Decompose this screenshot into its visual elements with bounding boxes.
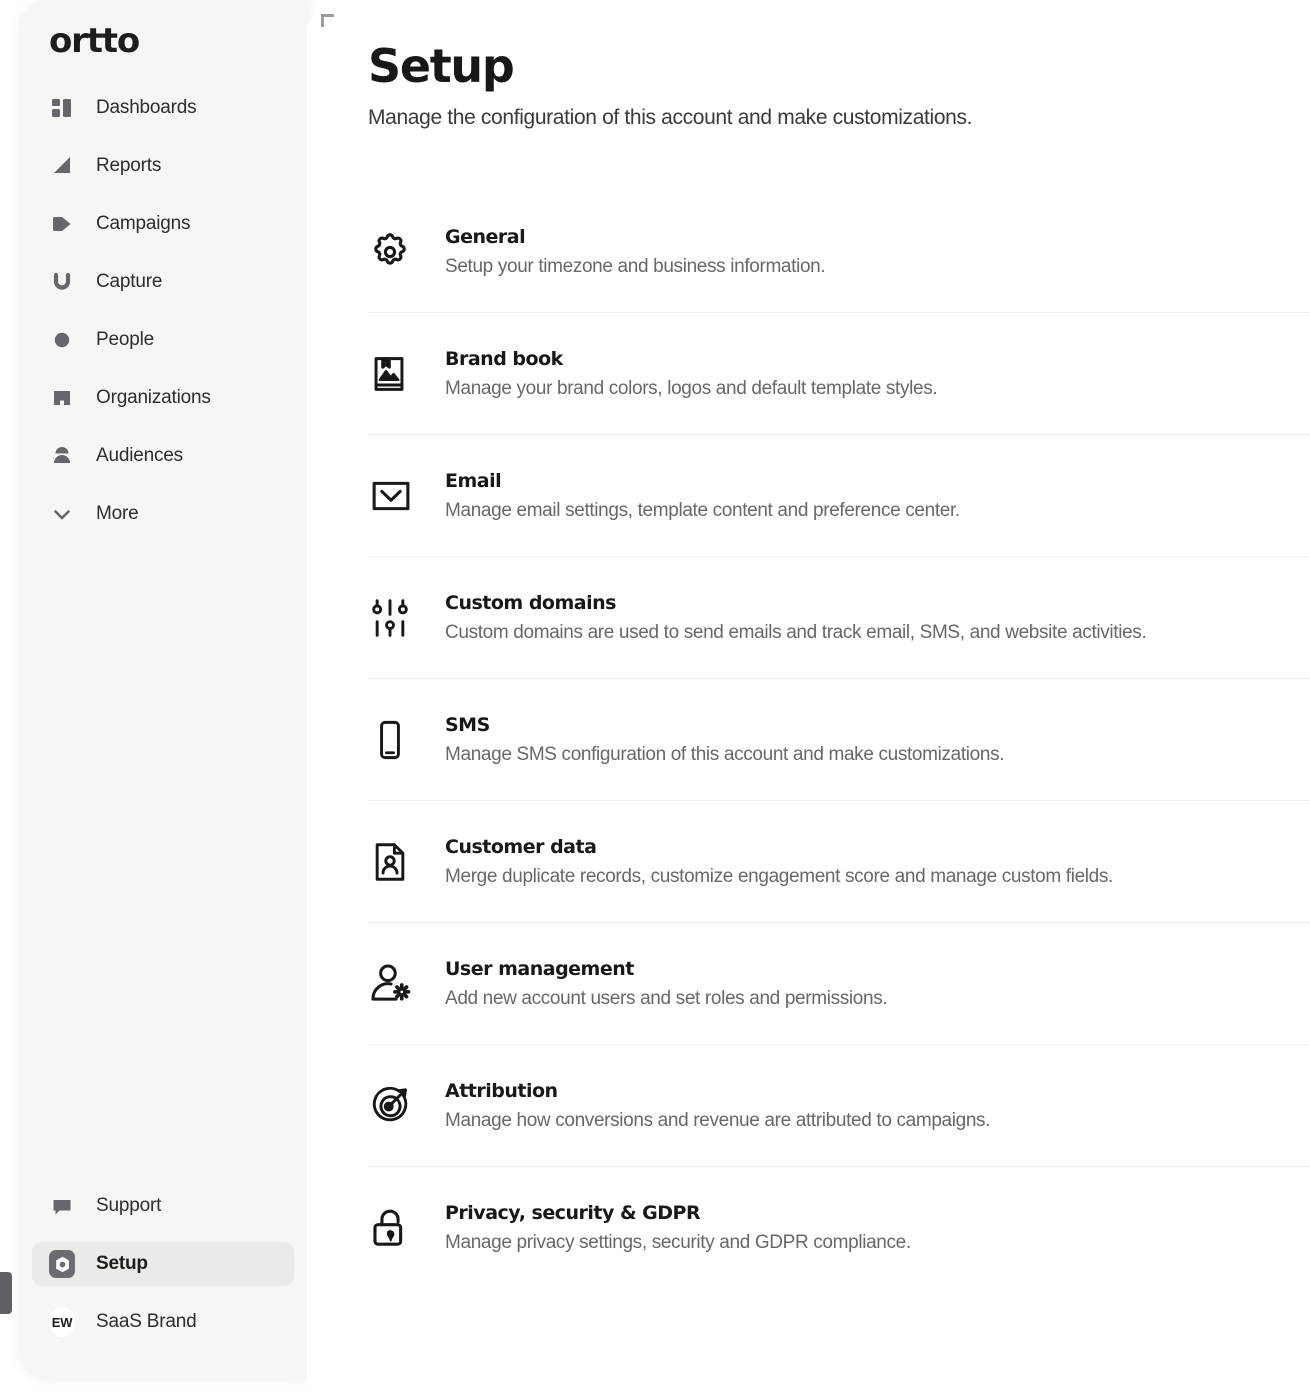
main-panel: Setup Manage the configuration of this a… xyxy=(307,6,1310,1386)
sidebar-item-people[interactable]: People xyxy=(32,318,294,362)
row-text: Customer data Merge duplicate records, c… xyxy=(420,836,1310,888)
row-description: Setup your timezone and business informa… xyxy=(445,255,826,277)
support-chat-icon xyxy=(49,1193,75,1219)
sidebar-item-label: Dashboards xyxy=(96,97,197,118)
row-description: Custom domains are used to send emails a… xyxy=(445,621,1147,643)
envelope-icon xyxy=(368,473,420,519)
setup-row-customer-data[interactable]: Customer data Merge duplicate records, c… xyxy=(368,801,1310,923)
row-text: Custom domains Custom domains are used t… xyxy=(420,592,1310,644)
reports-icon xyxy=(49,153,75,179)
sidebar-item-label: More xyxy=(96,503,139,524)
brandbook-icon xyxy=(368,353,420,395)
panel-corner-marker xyxy=(321,14,334,27)
row-text: Attribution Manage how conversions and r… xyxy=(420,1080,1310,1132)
sidebar: ortto Dashboards Reports Campaigns Captu… xyxy=(18,0,308,1380)
organizations-icon xyxy=(49,385,75,411)
row-text: General Setup your timezone and business… xyxy=(420,226,1310,278)
avatar: EW xyxy=(49,1307,75,1337)
row-description: Manage how conversions and revenue are a… xyxy=(445,1109,991,1131)
setup-row-attribution[interactable]: Attribution Manage how conversions and r… xyxy=(368,1045,1310,1167)
row-title: Privacy, security & GDPR xyxy=(445,1202,701,1224)
sidebar-nav: Dashboards Reports Campaigns Capture Peo… xyxy=(18,86,308,550)
chevron-down-icon xyxy=(49,501,75,527)
sidebar-collapse-handle[interactable] xyxy=(0,1272,12,1314)
sidebar-item-more[interactable]: More xyxy=(32,492,294,536)
setup-row-email[interactable]: Email Manage email settings, template co… xyxy=(368,435,1310,557)
sidebar-item-reports[interactable]: Reports xyxy=(32,144,294,188)
setup-row-user-management[interactable]: User management Add new account users an… xyxy=(368,923,1310,1045)
sidebar-item-support[interactable]: Support xyxy=(32,1184,294,1228)
sidebar-item-setup[interactable]: Setup xyxy=(32,1242,294,1286)
page-header: Setup Manage the configuration of this a… xyxy=(368,42,1268,130)
row-title: Email xyxy=(445,469,502,492)
setup-row-brandbook[interactable]: Brand book Manage your brand colors, log… xyxy=(368,313,1310,435)
dashboards-icon xyxy=(49,95,75,121)
setup-row-privacy-security-gdpr[interactable]: Privacy, security & GDPR Manage privacy … xyxy=(368,1167,1310,1289)
row-text: Privacy, security & GDPR Manage privacy … xyxy=(420,1202,1310,1254)
sidebar-item-label: People xyxy=(96,329,154,350)
row-title: Attribution xyxy=(445,1079,558,1102)
sidebar-item-campaigns[interactable]: Campaigns xyxy=(32,202,294,246)
ortto-logo[interactable]: ortto xyxy=(49,21,140,61)
setup-row-general[interactable]: General Setup your timezone and business… xyxy=(368,191,1310,313)
sidebar-item-label: Organizations xyxy=(96,387,211,408)
row-description: Add new account users and set roles and … xyxy=(445,987,888,1009)
app-window: ortto Dashboards Reports Campaigns Captu… xyxy=(0,0,1310,1392)
document-person-icon xyxy=(368,840,420,884)
unlocked-padlock-icon xyxy=(368,1206,420,1250)
setup-icon-tile xyxy=(49,1250,75,1278)
row-description: Manage privacy settings, security and GD… xyxy=(445,1232,911,1253)
people-icon xyxy=(49,327,75,353)
row-text: Brand book Manage your brand colors, log… xyxy=(420,348,1310,400)
campaigns-icon xyxy=(49,211,75,237)
sidebar-item-label: Reports xyxy=(96,155,162,176)
setup-list: General Setup your timezone and business… xyxy=(368,191,1310,1289)
sidebar-item-dashboards[interactable]: Dashboards xyxy=(32,86,294,130)
row-text: User management Add new account users an… xyxy=(420,958,1310,1010)
avatar-initials: EW xyxy=(49,1307,75,1337)
sidebar-item-audiences[interactable]: Audiences xyxy=(32,434,294,478)
audiences-icon xyxy=(49,443,75,469)
phone-icon xyxy=(368,718,420,762)
page-subtitle: Manage the configuration of this account… xyxy=(368,106,973,130)
sidebar-bottom-nav: Support Setup EW SaaS Brand xyxy=(18,1184,308,1358)
row-text: Email Manage email settings, template co… xyxy=(420,470,1310,522)
sidebar-item-label: Setup xyxy=(96,1253,148,1274)
sidebar-item-label: Support xyxy=(96,1195,162,1216)
target-arrow-icon xyxy=(368,1084,420,1128)
row-description: Manage your brand colors, logos and defa… xyxy=(445,377,938,399)
setup-row-sms[interactable]: SMS Manage SMS configuration of this acc… xyxy=(368,679,1310,801)
person-gear-icon xyxy=(368,961,420,1007)
row-description: Manage SMS configuration of this account… xyxy=(445,743,1005,765)
sidebar-item-organizations[interactable]: Organizations xyxy=(32,376,294,420)
row-title: Custom domains xyxy=(445,591,616,614)
sidebar-item-capture[interactable]: Capture xyxy=(32,260,294,304)
gear-icon xyxy=(368,230,420,274)
row-title: User management xyxy=(445,957,634,980)
page-title: Setup xyxy=(368,39,515,93)
row-text: SMS Manage SMS configuration of this acc… xyxy=(420,714,1310,766)
row-title: Brand book xyxy=(445,347,563,370)
row-description: Manage email settings, template content … xyxy=(445,499,960,521)
capture-icon xyxy=(49,269,75,295)
account-name-label: SaaS Brand xyxy=(96,1311,197,1332)
row-title: General xyxy=(445,225,526,248)
logo-text: ortto xyxy=(49,21,140,61)
setup-row-custom-domains[interactable]: Custom domains Custom domains are used t… xyxy=(368,557,1310,679)
row-description: Merge duplicate records, customize engag… xyxy=(445,865,1113,887)
sidebar-item-account[interactable]: EW SaaS Brand xyxy=(32,1300,294,1344)
setup-gear-icon xyxy=(49,1250,75,1278)
sidebar-item-label: Campaigns xyxy=(96,213,191,234)
sliders-icon xyxy=(368,596,420,640)
row-title: Customer data xyxy=(445,835,597,858)
sidebar-item-label: Capture xyxy=(96,271,163,292)
row-title: SMS xyxy=(445,713,490,736)
sidebar-item-label: Audiences xyxy=(96,445,183,466)
